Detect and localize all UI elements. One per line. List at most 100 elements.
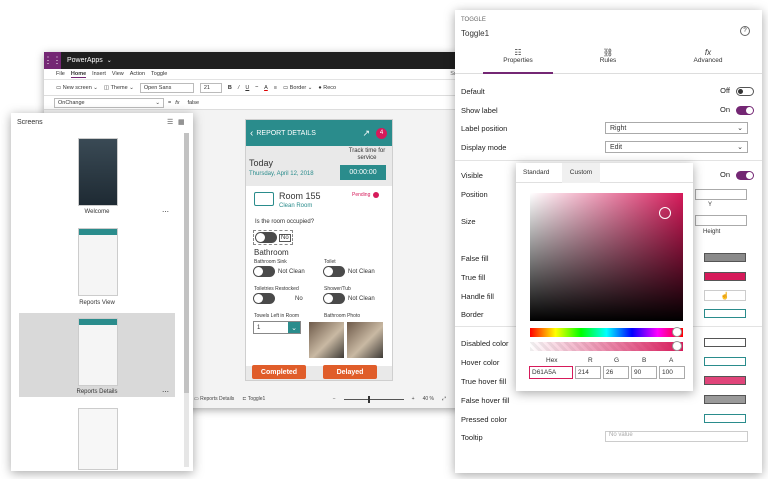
default-toggle[interactable]: Off: [720, 86, 754, 96]
timer-button[interactable]: 00:00:00: [340, 165, 386, 180]
align-button[interactable]: ≡: [274, 85, 277, 91]
italic-button[interactable]: /: [238, 85, 240, 91]
saturation-value-area[interactable]: [530, 193, 683, 321]
screen-item-reports-details[interactable]: Reports Details ⋯: [19, 313, 175, 397]
list-view-icon[interactable]: ☰: [167, 118, 173, 126]
app-launcher-icon[interactable]: ⋮⋮: [44, 52, 62, 69]
screen-item-reports-view[interactable]: Reports View: [19, 225, 175, 307]
hex-input[interactable]: D61A5A: [529, 366, 573, 379]
font-color-button[interactable]: A: [264, 85, 268, 91]
sink-toggle[interactable]: Not Clean: [253, 266, 305, 277]
border-button[interactable]: ▭ Border ⌄: [283, 85, 312, 91]
record-button[interactable]: ● Reco: [318, 85, 336, 91]
visible-switch[interactable]: [736, 170, 754, 180]
towels-dropdown[interactable]: 1 ⌄: [253, 321, 301, 334]
zoom-out-icon[interactable]: −: [333, 396, 336, 402]
underline-button[interactable]: U: [245, 85, 249, 91]
default-switch[interactable]: [736, 86, 754, 96]
tab-standard[interactable]: Standard: [523, 169, 549, 176]
tab-custom[interactable]: Custom: [562, 163, 600, 183]
bathroom-photo-2[interactable]: [347, 322, 383, 358]
new-screen-button[interactable]: ▭ New screen ⌄: [56, 85, 98, 91]
formula-input[interactable]: false: [183, 99, 474, 106]
menu-home[interactable]: Home: [70, 71, 87, 78]
g-label: G: [614, 357, 620, 364]
grid-view-icon[interactable]: ▦: [178, 118, 185, 126]
toiletries-toggle[interactable]: No: [253, 293, 303, 304]
display-mode-label: Display mode: [461, 142, 507, 152]
menu-toggle[interactable]: Toggle: [151, 71, 167, 77]
pressed-color-swatch[interactable]: [704, 414, 746, 423]
disabled-color-swatch[interactable]: [704, 338, 746, 347]
theme-button[interactable]: ◫ Theme ⌄: [104, 85, 134, 91]
strikethrough-button[interactable]: ⎯: [255, 84, 258, 91]
status-screen-label: Reports Details: [200, 396, 235, 402]
border-swatch[interactable]: [704, 309, 746, 318]
scrollbar[interactable]: [184, 133, 189, 467]
alpha-slider[interactable]: [530, 341, 683, 351]
status-control[interactable]: ⊏ Toggle1: [242, 396, 265, 402]
control-name[interactable]: Toggle1: [461, 29, 489, 38]
scrollbar-thumb[interactable]: [184, 133, 189, 393]
bold-button[interactable]: B: [228, 85, 232, 91]
alpha-slider-thumb[interactable]: [672, 341, 682, 351]
display-mode-select[interactable]: Edit ⌄: [605, 141, 748, 153]
tooltip-input[interactable]: No value: [605, 431, 748, 442]
notification-badge[interactable]: 4: [376, 127, 387, 139]
a-input[interactable]: 100: [659, 366, 685, 379]
font-select[interactable]: Open Sans: [139, 82, 194, 93]
hue-slider[interactable]: [530, 327, 683, 337]
menu-view[interactable]: View: [112, 71, 124, 77]
zoom-in-icon[interactable]: +: [412, 396, 415, 402]
property-select[interactable]: OnChange ⌄: [54, 97, 164, 108]
hue-slider-thumb[interactable]: [672, 327, 682, 337]
g-input[interactable]: 26: [603, 366, 629, 379]
show-label-switch[interactable]: [736, 105, 754, 115]
chevron-down-icon[interactable]: ⌄: [107, 57, 112, 64]
chart-icon[interactable]: ↗: [362, 128, 370, 139]
false-fill-swatch[interactable]: [704, 253, 746, 262]
menu-action[interactable]: Action: [130, 71, 145, 77]
shower-toggle[interactable]: Not Clean: [323, 293, 375, 304]
show-label-toggle[interactable]: On: [720, 105, 754, 115]
more-icon[interactable]: ⋯: [162, 208, 169, 216]
font-size-select[interactable]: 21: [199, 82, 222, 93]
true-hover-swatch[interactable]: [704, 376, 746, 385]
menu-file[interactable]: File: [56, 71, 65, 77]
r-input[interactable]: 214: [575, 366, 601, 379]
height-input[interactable]: [695, 215, 747, 226]
help-icon[interactable]: ?: [740, 26, 750, 36]
toilet-toggle[interactable]: Not Clean: [323, 266, 375, 277]
screen-item-4[interactable]: [19, 405, 175, 471]
visible-toggle[interactable]: On: [720, 170, 754, 180]
status-screen[interactable]: ▭ Reports Details: [194, 396, 234, 402]
handle-fill-swatch[interactable]: ☝: [704, 290, 746, 301]
tab-rules[interactable]: ⛓ Rules: [573, 48, 643, 74]
zoom-slider-thumb[interactable]: [367, 395, 370, 403]
b-input[interactable]: 90: [631, 366, 657, 379]
toilet-toggle-switch[interactable]: [323, 266, 345, 277]
screen-item-welcome[interactable]: Welcome ⋯: [19, 135, 175, 217]
label-position-select[interactable]: Right ⌄: [605, 122, 748, 134]
hover-color-swatch[interactable]: [704, 357, 746, 366]
bathroom-photo-1[interactable]: [309, 322, 344, 358]
occupied-toggle[interactable]: No: [253, 230, 293, 245]
tab-advanced[interactable]: fx Advanced: [673, 48, 743, 74]
completed-button[interactable]: Completed: [252, 365, 306, 379]
shower-toggle-switch[interactable]: [323, 293, 345, 304]
delayed-button[interactable]: Delayed: [323, 365, 377, 379]
back-icon[interactable]: ‹: [250, 128, 253, 139]
tab-properties[interactable]: ☷ Properties: [483, 48, 553, 74]
zoom-slider[interactable]: [343, 395, 404, 403]
position-y-input[interactable]: [695, 189, 747, 200]
menu-insert[interactable]: Insert: [92, 71, 106, 77]
false-hover-swatch[interactable]: [704, 395, 746, 404]
occupied-toggle-switch[interactable]: [255, 232, 277, 243]
tooltip-label: Tooltip: [461, 432, 483, 442]
fit-screen-icon[interactable]: ⤢: [442, 396, 446, 402]
toiletries-toggle-switch[interactable]: [253, 293, 275, 304]
color-handle[interactable]: [659, 207, 671, 219]
true-fill-swatch[interactable]: [704, 272, 746, 281]
more-icon[interactable]: ⋯: [162, 388, 169, 396]
sink-toggle-switch[interactable]: [253, 266, 275, 277]
